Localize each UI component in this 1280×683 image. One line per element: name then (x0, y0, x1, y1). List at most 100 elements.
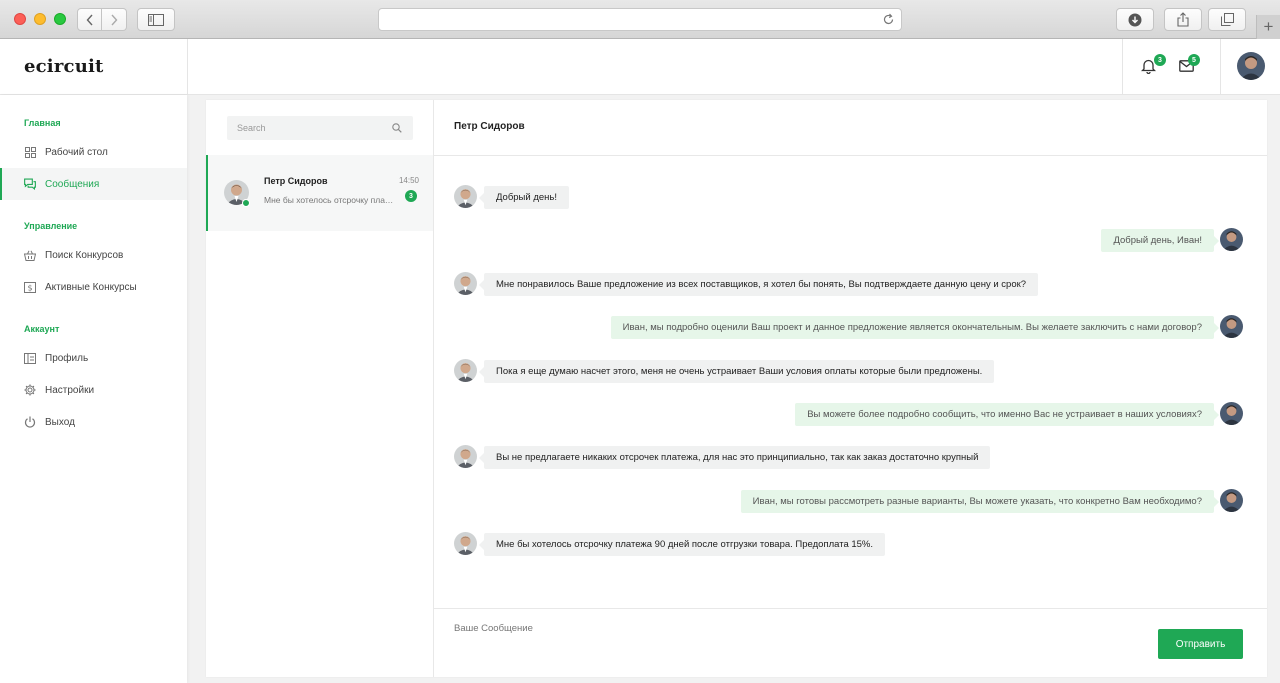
user-avatar[interactable] (1237, 52, 1265, 80)
message-tail (1214, 497, 1219, 507)
chat-header: Петр Сидоров (434, 100, 1267, 156)
chat-window: Петр Сидоров Добрый день! Добрый день, Ив… (434, 100, 1267, 677)
conversation-name: Петр Сидоров (264, 176, 328, 186)
outgoing-message: Вы можете более подробно сообщить, что и… (795, 403, 1214, 426)
user-avatar (1220, 228, 1243, 251)
dashboard-icon (24, 146, 36, 158)
app-header: ecircuit 3 5 (0, 39, 1280, 95)
svg-text:$: $ (27, 283, 32, 292)
divider (1122, 39, 1123, 95)
sidebar-item-label: Сообщения (45, 178, 100, 190)
tabs-icon (1220, 13, 1234, 26)
message-tail (479, 453, 484, 463)
message-tail (1214, 410, 1219, 420)
gear-icon (24, 384, 36, 396)
message-tail (479, 280, 484, 290)
address-bar[interactable] (378, 8, 902, 31)
downloads-button[interactable] (1116, 8, 1154, 31)
message-tail (479, 540, 484, 550)
search-box (227, 116, 413, 140)
chat-title: Петр Сидоров (454, 121, 525, 132)
incoming-message: Пока я еще думаю насчет этого, меня не о… (484, 360, 995, 383)
profile-icon (24, 352, 36, 364)
outgoing-message: Добрый день, Иван! (1101, 229, 1214, 252)
share-button[interactable] (1164, 8, 1202, 31)
sidebar-item-label: Настройки (45, 384, 95, 396)
reload-icon[interactable] (882, 13, 895, 26)
online-status-dot (242, 199, 250, 207)
incoming-message: Вы не предлагаете никаких отсрочек плате… (484, 446, 991, 469)
user-avatar (1220, 315, 1243, 338)
dollar-icon: $ (24, 281, 36, 293)
contact-avatar (454, 445, 477, 468)
contact-avatar (454, 272, 477, 295)
share-icon (1177, 12, 1189, 27)
unread-badge: 3 (405, 190, 417, 202)
section-title-account: Аккаунт (24, 324, 60, 334)
message-input[interactable] (454, 623, 1134, 663)
contact-avatar (454, 359, 477, 382)
section-title-management: Управление (24, 221, 78, 231)
conversation-list: Петр Сидоров 14:50 Мне бы хотелось отсро… (206, 100, 434, 677)
new-tab-button[interactable]: + (1256, 15, 1280, 39)
contact-avatar (454, 532, 477, 555)
back-button[interactable] (77, 8, 102, 31)
message-tail (479, 367, 484, 377)
message-composer: Отправить (434, 608, 1267, 677)
sidebar-item-label: Рабочий стол (45, 146, 108, 158)
message-tail (1214, 236, 1219, 246)
search-icon[interactable] (392, 123, 402, 133)
logo[interactable]: ecircuit (24, 56, 104, 77)
sidebar-item-label: Поиск Конкурсов (45, 249, 124, 261)
incoming-message: Мне бы хотелось отсрочку платежа 90 дней… (484, 533, 886, 556)
message-tail (479, 193, 484, 203)
forward-button[interactable] (102, 8, 127, 31)
minimize-window-button[interactable] (34, 13, 46, 25)
messages-panel: Петр Сидоров 14:50 Мне бы хотелось отсро… (206, 100, 1267, 677)
plus-icon: + (1263, 17, 1274, 36)
browser-toolbar: + (0, 0, 1280, 39)
sidebar-item-messages[interactable]: Сообщения (0, 168, 187, 200)
zoom-window-button[interactable] (54, 13, 66, 25)
contact-avatar (454, 185, 477, 208)
incoming-message: Добрый день! (484, 186, 569, 209)
basket-icon (24, 249, 36, 261)
divider (1220, 39, 1221, 95)
messages-badge: 5 (1188, 54, 1200, 66)
sidebar-item-active-tenders[interactable]: $ Активные Конкурсы (0, 271, 187, 303)
conversation-preview: Мне бы хотелось отсрочку платежа 90 дней… (264, 195, 396, 205)
outgoing-message: Иван, мы готовы рассмотреть разные вариа… (740, 490, 1214, 513)
notifications-badge: 3 (1154, 54, 1166, 66)
chevron-right-icon (111, 14, 118, 25)
send-button[interactable]: Отправить (1158, 629, 1243, 659)
sidebar-item-settings[interactable]: Настройки (0, 374, 187, 406)
notifications-button[interactable]: 3 (1140, 54, 1166, 77)
power-icon (24, 416, 36, 428)
divider (187, 39, 188, 95)
download-icon (1128, 13, 1142, 26)
sidebar-item-profile[interactable]: Профиль (0, 342, 187, 374)
incoming-message: Мне понравилось Ваше предложение из всех… (484, 273, 1039, 296)
user-avatar (1220, 402, 1243, 425)
message-tail (1214, 323, 1219, 333)
outgoing-message: Иван, мы подробно оценили Ваш проект и д… (610, 316, 1214, 339)
messages-button[interactable]: 5 (1179, 54, 1200, 75)
conversation-item[interactable]: Петр Сидоров 14:50 Мне бы хотелось отсро… (206, 155, 433, 231)
sidebar: Главная Рабочий стол Сообщения Управлени… (0, 95, 187, 683)
sidebar-item-search-tenders[interactable]: Поиск Конкурсов (0, 239, 187, 271)
sidebar-item-dashboard[interactable]: Рабочий стол (0, 136, 187, 168)
sidebar-item-logout[interactable]: Выход (0, 406, 187, 438)
close-window-button[interactable] (14, 13, 26, 25)
conversation-time: 14:50 (398, 176, 419, 185)
chevron-left-icon (86, 14, 93, 25)
user-avatar (1220, 489, 1243, 512)
sidebar-item-label: Активные Конкурсы (45, 281, 137, 293)
section-title-main: Главная (24, 118, 61, 128)
chat-icon (24, 178, 36, 190)
search-input[interactable] (227, 116, 377, 140)
sidebar-item-label: Выход (45, 416, 75, 428)
sidebar-item-label: Профиль (45, 352, 89, 364)
sidebar-toggle-button[interactable] (137, 8, 175, 31)
tabs-overview-button[interactable] (1208, 8, 1246, 31)
sidebar-icon (148, 13, 164, 26)
